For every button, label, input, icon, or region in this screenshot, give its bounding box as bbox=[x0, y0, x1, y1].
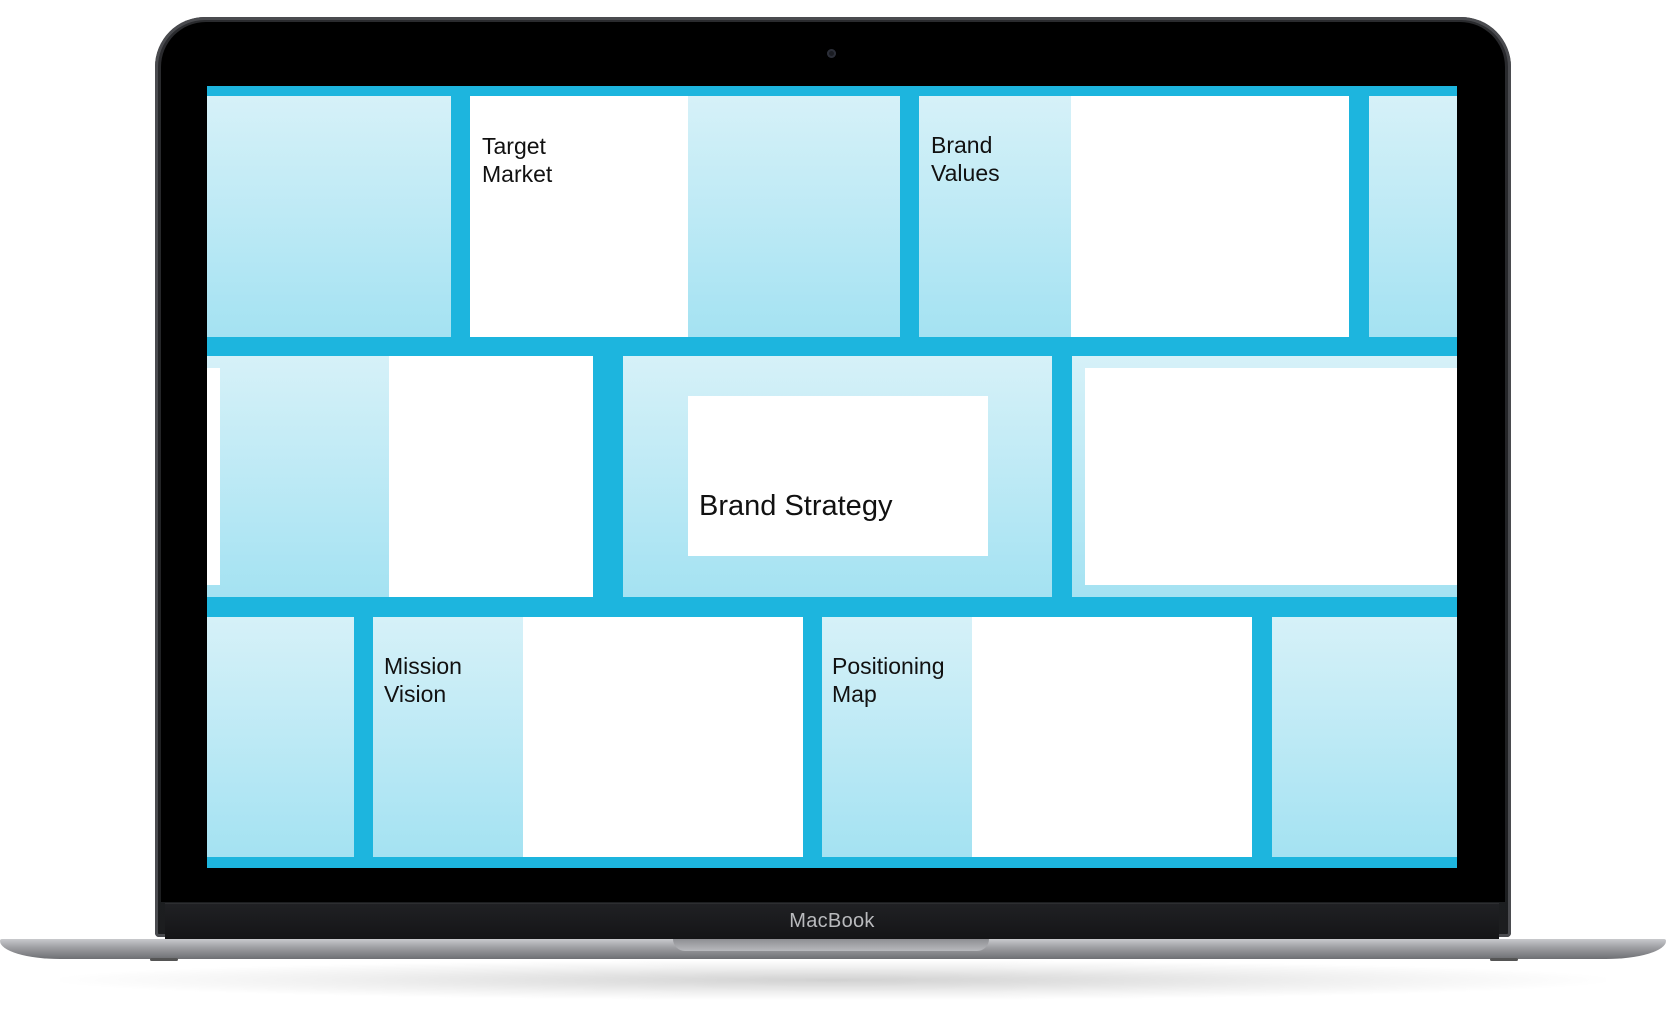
card-brand-strategy[interactable]: Brand Strategy bbox=[623, 356, 1052, 597]
camera-icon bbox=[827, 49, 836, 58]
card-positioning-map[interactable]: Positioning Map bbox=[822, 617, 1252, 857]
mission-vision-label: Mission Vision bbox=[384, 653, 462, 707]
laptop-chin: MacBook bbox=[165, 903, 1499, 940]
card-target-market[interactable]: Target Market bbox=[470, 96, 900, 337]
strategy-board[interactable]: Target Market Brand Values Brand Strateg… bbox=[207, 86, 1457, 868]
device-brand-label: MacBook bbox=[789, 910, 875, 932]
brand-strategy-title: Brand Strategy bbox=[699, 490, 893, 522]
target-market-label: Target Market bbox=[482, 133, 553, 187]
laptop-foot bbox=[150, 958, 178, 961]
note-row2-left bbox=[389, 356, 593, 597]
brand-values-label: Brand Values bbox=[931, 132, 1000, 186]
card-row2-right[interactable] bbox=[1072, 356, 1457, 597]
card-brand-values[interactable]: Brand Values bbox=[919, 96, 1349, 337]
note-row2-right bbox=[1085, 368, 1457, 585]
note-row2-left-edge bbox=[207, 368, 220, 585]
laptop-hinge-notch bbox=[673, 939, 989, 951]
laptop-shadow bbox=[60, 960, 1606, 1000]
note-brand-strategy bbox=[688, 396, 988, 556]
note-brand-values bbox=[1071, 96, 1349, 337]
laptop-foot bbox=[1490, 958, 1518, 961]
card-row2-left[interactable] bbox=[207, 356, 593, 597]
positioning-map-label: Positioning Map bbox=[832, 653, 945, 707]
card-row3-right[interactable] bbox=[1272, 617, 1457, 857]
card-mission-vision[interactable]: Mission Vision bbox=[373, 617, 803, 857]
card-row1-right[interactable] bbox=[1369, 96, 1457, 337]
card-row1-left[interactable] bbox=[207, 96, 451, 337]
card-row3-left[interactable] bbox=[207, 617, 354, 857]
note-mission-vision bbox=[523, 617, 803, 857]
note-positioning-map bbox=[972, 617, 1252, 857]
